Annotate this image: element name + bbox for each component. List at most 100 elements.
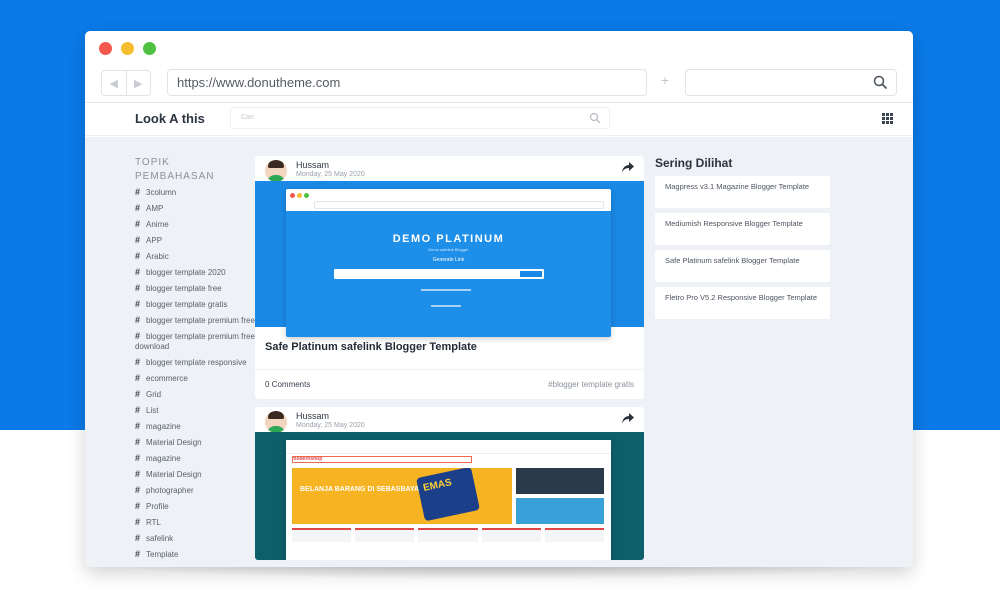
hashtag-icon: # (135, 251, 141, 261)
new-tab-icon[interactable]: + (661, 72, 669, 88)
tag-label: ecommerce (146, 374, 188, 383)
tag-label: Template (146, 550, 179, 559)
popular-item[interactable]: Fletro Pro V5.2 Responsive Blogger Templ… (655, 287, 830, 319)
thumbnail-mockup: modernshop BELANJA BARANG DI SEBASBAYAR … (286, 440, 611, 560)
tag-item[interactable]: #3column (135, 187, 255, 198)
post-date: Monday, 25 May 2020 (296, 422, 365, 429)
tag-label: blogger template responsive (146, 358, 247, 367)
browser-navbar: ◀ ▶ https://www.donutheme.com + (85, 65, 913, 103)
tag-label: Arabic (146, 252, 169, 261)
tag-item[interactable]: # Material Design (135, 469, 255, 480)
popular-item[interactable]: Mediumish Responsive Blogger Template (655, 213, 830, 245)
page-content: TOPIK PEMBAHASAN #3column # AMP # Anime # APP #… (85, 137, 913, 567)
tag-list: #3column # AMP # Anime # APP # Arabic # blogger te… (135, 187, 255, 560)
share-icon[interactable] (622, 162, 634, 173)
tag-label: magazine (146, 454, 181, 463)
tag-label: Profile (146, 502, 169, 511)
avatar (265, 160, 287, 182)
tag-item[interactable]: # blogger template premium free download (135, 331, 255, 352)
tag-item[interactable]: # Template (135, 549, 255, 560)
tag-label: List (146, 406, 159, 415)
site-title[interactable]: Look A this (135, 111, 205, 126)
topic-sidebar: TOPIK PEMBAHASAN #3column # AMP # Anime # APP #… (135, 156, 255, 565)
hashtag-icon: # (135, 267, 141, 277)
hashtag-icon: # (135, 357, 141, 367)
post-author[interactable]: Hussam (296, 411, 329, 421)
popular-item[interactable]: Magpress v3.1 Magazine Blogger Template (655, 176, 830, 208)
hashtag-icon: # (135, 533, 141, 543)
hashtag-icon: # (135, 373, 141, 383)
share-icon[interactable] (622, 413, 634, 424)
browser-window: ◀ ▶ https://www.donutheme.com + Look A t… (85, 31, 913, 567)
hashtag-icon: # (135, 203, 141, 213)
tag-item[interactable]: # Arabic (135, 251, 255, 262)
tag-item[interactable]: # Anime (135, 219, 255, 230)
popular-title: Sering Dilihat (655, 156, 733, 170)
popular-list: Magpress v3.1 Magazine Blogger Template M… (655, 176, 830, 319)
post-thumbnail[interactable]: modernshop BELANJA BARANG DI SEBASBAYAR … (255, 432, 644, 560)
browser-search-input[interactable] (685, 69, 897, 96)
tag-item[interactable]: # magazine (135, 421, 255, 432)
tag-item[interactable]: # blogger template free (135, 283, 255, 294)
tag-item[interactable]: # blogger template gratis (135, 299, 255, 310)
hashtag-icon: # (135, 517, 141, 527)
apps-grid-icon[interactable] (882, 113, 893, 124)
tag-item[interactable]: # RTL (135, 517, 255, 528)
tag-item[interactable]: # Grid (135, 389, 255, 400)
shop-banner-gold: EMAS (422, 477, 453, 494)
nav-buttons: ◀ ▶ (101, 70, 151, 96)
minimize-window-button[interactable] (121, 42, 134, 55)
maximize-window-button[interactable] (143, 42, 156, 55)
tag-label: Material Design (146, 470, 202, 479)
hashtag-icon: # (135, 405, 141, 415)
hashtag-icon: # (135, 315, 141, 325)
tag-label: blogger template free (146, 284, 222, 293)
thumbnail-input (334, 269, 544, 279)
tag-label: blogger template premium free download (135, 332, 255, 351)
tag-item[interactable]: # blogger template premium free (135, 315, 255, 326)
tag-item[interactable]: # magazine (135, 453, 255, 464)
tag-item[interactable]: # APP (135, 235, 255, 246)
tag-label: safelink (146, 534, 174, 543)
hashtag-icon: # (135, 219, 141, 229)
sidebar-title: TOPIK PEMBAHASAN (135, 156, 255, 184)
hashtag-icon: # (135, 283, 141, 293)
hashtag-icon: # (135, 421, 141, 431)
hashtag-icon: # (135, 187, 141, 197)
tag-item[interactable]: # Material Design (135, 437, 255, 448)
thumbnail-mockup: DEMO PLATINUM Demo safelink Blogger Gene… (286, 189, 611, 337)
post-list: Hussam Monday, 25 May 2020 DEMO PLATINUM (255, 156, 644, 567)
sidebar-title-line2: PEMBAHASAN (135, 171, 215, 182)
hashtag-icon: # (135, 389, 141, 399)
search-icon (873, 75, 888, 90)
tag-label: Anime (146, 220, 169, 229)
hashtag-icon: # (135, 469, 141, 479)
tag-item[interactable]: # Profile (135, 501, 255, 512)
post-thumbnail[interactable]: DEMO PLATINUM Demo safelink Blogger Gene… (255, 181, 644, 337)
site-search-input[interactable]: Cari (230, 107, 610, 129)
tag-item[interactable]: # blogger template responsive (135, 357, 255, 368)
shop-banner-text: BELANJA BARANG DI SEBASBAYAR (300, 486, 425, 493)
back-icon[interactable]: ◀ (102, 71, 127, 95)
tag-label: RTL (146, 518, 161, 527)
post-card: Hussam Monday, 25 May 2020 modernshop BE… (255, 407, 644, 560)
forward-icon[interactable]: ▶ (127, 71, 151, 95)
site-search-placeholder: Cari (241, 114, 254, 121)
tag-label: photographer (146, 486, 194, 495)
post-author[interactable]: Hussam (296, 160, 329, 170)
tag-item[interactable]: # photographer (135, 485, 255, 496)
tag-item[interactable]: # List (135, 405, 255, 416)
tag-item[interactable]: # AMP (135, 203, 255, 214)
thumbnail-subtitle: Demo safelink Blogger (428, 247, 469, 252)
tag-item[interactable]: # ecommerce (135, 373, 255, 384)
tag-item[interactable]: # safelink (135, 533, 255, 544)
post-comments[interactable]: 0 Comments (265, 380, 310, 389)
popular-sidebar: Sering Dilihat Magpress v3.1 Magazine Bl… (655, 156, 830, 324)
post-category[interactable]: #blogger template gratis (548, 380, 634, 389)
post-footer: 0 Comments #blogger template gratis (255, 369, 644, 399)
popular-item[interactable]: Safe Platinum safelink Blogger Template (655, 250, 830, 282)
close-window-button[interactable] (99, 42, 112, 55)
tag-item[interactable]: # blogger template 2020 (135, 267, 255, 278)
post-header: Hussam Monday, 25 May 2020 (255, 156, 644, 182)
url-bar[interactable]: https://www.donutheme.com (167, 69, 647, 96)
